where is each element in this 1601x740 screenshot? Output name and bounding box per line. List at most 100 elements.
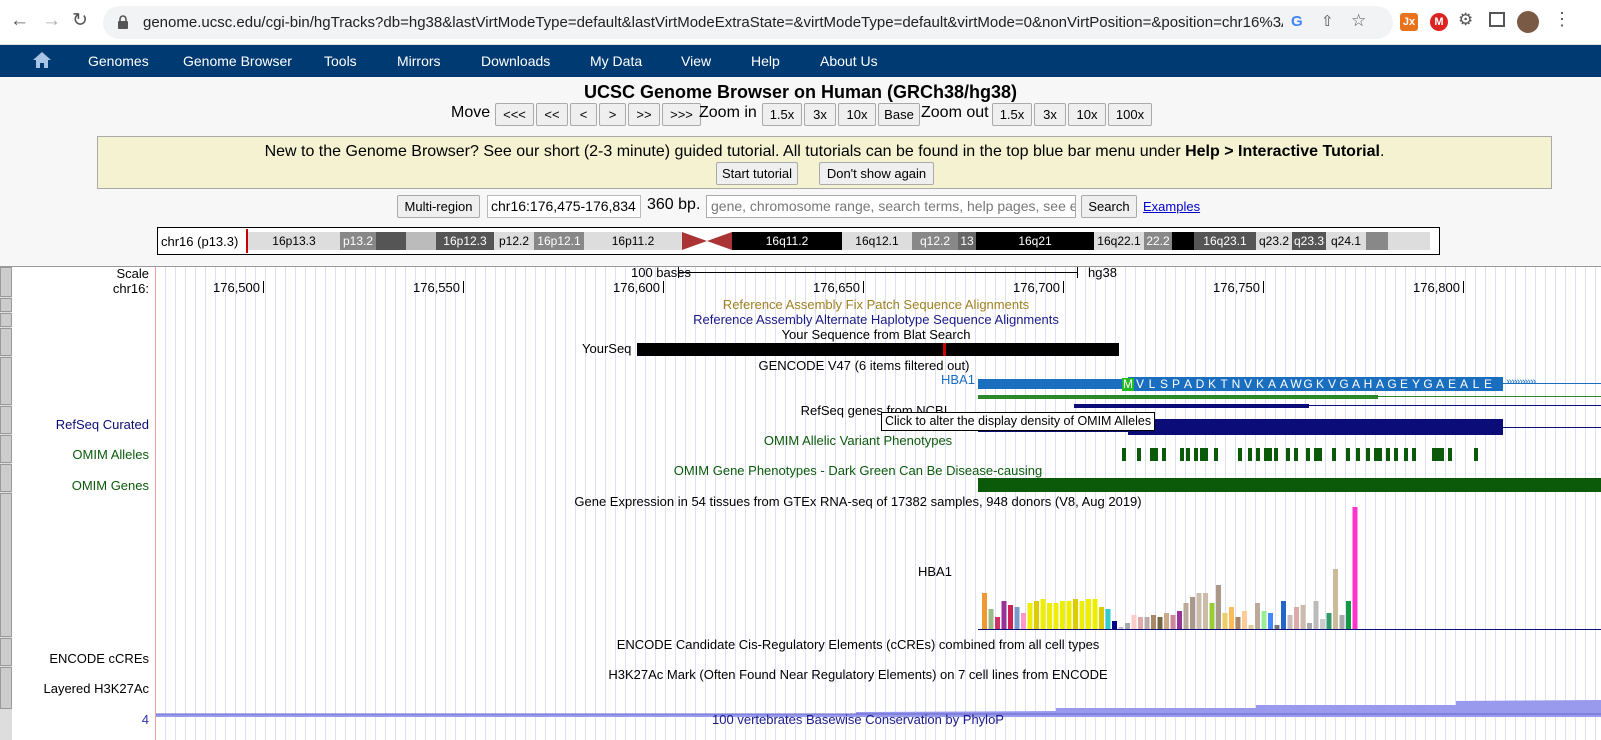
refseq-cds-block[interactable]	[1128, 419, 1503, 435]
omim-genes-label[interactable]: OMIM Genes	[72, 478, 149, 493]
gtex-tissue-bar[interactable]	[1092, 599, 1098, 629]
drag-handle[interactable]	[0, 328, 12, 356]
gtex-tissue-bar[interactable]	[1307, 623, 1312, 629]
omim-allele-mark[interactable]	[1412, 448, 1416, 461]
track-display[interactable]: Scale chr16: RefSeq Curated OMIM Alleles…	[0, 266, 1601, 740]
omim-allele-mark[interactable]	[1474, 448, 1478, 461]
extension-m-icon[interactable]: M	[1430, 13, 1448, 31]
track-data-area[interactable]: 100 bases hg38 176,500 176,550 176,600 1…	[156, 267, 1601, 740]
gtex-tissue-bar[interactable]	[1190, 597, 1195, 629]
profile-avatar-icon[interactable]	[1517, 11, 1539, 33]
gtex-tissue-bar[interactable]	[1027, 603, 1033, 629]
gtex-tissue-bar[interactable]	[1300, 605, 1306, 629]
drag-handle[interactable]	[0, 313, 12, 327]
gtex-gene-label[interactable]: HBA1	[918, 564, 952, 579]
share-icon[interactable]: ⇧	[1321, 12, 1334, 30]
gtex-tissue-bar[interactable]	[1079, 601, 1085, 629]
gtex-tissue-bar[interactable]	[1203, 593, 1208, 629]
gtex-tissue-bar[interactable]	[1326, 613, 1332, 629]
gencode-transcript-3[interactable]	[1074, 404, 1309, 408]
gtex-tissue-bar[interactable]	[1346, 601, 1351, 629]
omim-allele-mark[interactable]	[1314, 448, 1322, 461]
gtex-tissue-bar[interactable]	[1066, 601, 1072, 629]
omim-allele-mark[interactable]	[1214, 448, 1218, 461]
gtex-tissue-bar[interactable]	[1196, 593, 1202, 629]
nav-downloads[interactable]: Downloads	[481, 53, 550, 69]
zoom-in-3x-button[interactable]: 3x	[804, 103, 836, 126]
move-right-far-button[interactable]: >>	[628, 103, 660, 126]
omim-allele-mark[interactable]	[1162, 448, 1166, 461]
nav-genome-browser[interactable]: Genome Browser	[183, 53, 292, 69]
gencode-utr-block[interactable]	[978, 379, 1128, 389]
omim-allele-mark[interactable]	[1294, 448, 1298, 461]
examples-link[interactable]: Examples	[1143, 199, 1200, 214]
move-end-button[interactable]: >>>	[662, 103, 701, 126]
gtex-tissue-bar[interactable]	[982, 593, 987, 629]
omim-gene-block[interactable]	[978, 478, 1601, 492]
extension-jx-icon[interactable]: Jx	[1400, 13, 1418, 31]
omim-alleles-label[interactable]: OMIM Alleles	[72, 447, 149, 462]
reload-icon[interactable]: ↻	[72, 9, 88, 33]
encode-ccres-label[interactable]: ENCODE cCREs	[49, 651, 149, 666]
omim-allele-mark[interactable]	[1394, 448, 1398, 461]
gtex-tissue-bar[interactable]	[988, 609, 994, 629]
gtex-tissue-bar[interactable]	[1086, 599, 1091, 629]
refseq-curated-label[interactable]: RefSeq Curated	[56, 417, 149, 432]
zoom-out-1.5x-button[interactable]: 1.5x	[992, 103, 1032, 126]
drag-handle[interactable]	[0, 464, 12, 492]
gtex-tissue-bar[interactable]	[1112, 621, 1117, 629]
omim-allele-mark[interactable]	[1432, 448, 1440, 461]
omim-allele-mark[interactable]	[1274, 448, 1278, 461]
zoom-out-10x-button[interactable]: 10x	[1068, 103, 1106, 126]
omim-allele-mark[interactable]	[1194, 448, 1198, 461]
sidebar-icon[interactable]	[1489, 12, 1505, 27]
omim-allele-mark[interactable]	[1286, 448, 1290, 461]
omim-allele-mark[interactable]	[1404, 448, 1408, 461]
omim-allele-mark[interactable]	[1256, 448, 1260, 461]
nav-my-data[interactable]: My Data	[590, 53, 642, 69]
omim-allele-mark[interactable]	[1332, 448, 1336, 461]
gtex-tissue-bar[interactable]	[1060, 601, 1065, 629]
dont-show-again-button[interactable]: Don't show again	[819, 162, 934, 185]
blat-alignment-block[interactable]	[637, 343, 1119, 356]
gtex-tissue-bar[interactable]	[1164, 613, 1169, 629]
nav-genomes[interactable]: Genomes	[88, 53, 149, 69]
zoom-base-button[interactable]: Base	[878, 103, 920, 126]
gtex-tissue-bar[interactable]	[1333, 569, 1338, 629]
gtex-tissue-bar[interactable]	[1255, 603, 1260, 629]
address-bar[interactable]: genome.ucsc.edu/cgi-bin/hgTracks?db=hg38…	[103, 6, 1393, 39]
gtex-tissue-bar[interactable]	[1222, 613, 1228, 629]
bookmark-star-icon[interactable]: ☆	[1351, 11, 1366, 31]
omim-allele-mark[interactable]	[1440, 448, 1444, 461]
zoom-out-3x-button[interactable]: 3x	[1034, 103, 1066, 126]
gtex-tissue-bar[interactable]	[1144, 617, 1150, 629]
drag-handle[interactable]	[0, 493, 12, 637]
zoom-out-100x-button[interactable]: 100x	[1108, 103, 1152, 126]
nav-mirrors[interactable]: Mirrors	[397, 53, 441, 69]
gtex-tissue-bar[interactable]	[1151, 615, 1156, 629]
start-tutorial-button[interactable]: Start tutorial	[716, 162, 798, 185]
drag-handle[interactable]	[0, 667, 12, 709]
drag-handle[interactable]	[0, 406, 12, 434]
gtex-tissue-bar[interactable]	[1125, 623, 1130, 629]
omim-allele-mark[interactable]	[1306, 448, 1310, 461]
gtex-tissue-bar[interactable]	[1294, 607, 1299, 629]
home-icon[interactable]	[32, 51, 52, 69]
gtex-tissue-bar[interactable]	[1242, 611, 1247, 629]
h3k27ac-label[interactable]: Layered H3K27Ac	[43, 681, 149, 696]
extensions-puzzle-icon[interactable]: ⚙	[1458, 10, 1473, 30]
gtex-tissue-bar[interactable]	[1053, 603, 1059, 629]
gencode-transcript-2[interactable]	[978, 395, 1378, 399]
zoom-in-1.5x-button[interactable]: 1.5x	[762, 103, 802, 126]
gtex-tissue-bar[interactable]	[1170, 615, 1176, 629]
omim-allele-mark[interactable]	[1264, 448, 1272, 461]
omim-allele-mark[interactable]	[1186, 448, 1190, 461]
gtex-tissue-bar[interactable]	[1229, 607, 1234, 629]
drag-handle[interactable]	[0, 357, 12, 405]
forward-icon[interactable]: →	[42, 9, 61, 33]
nav-help[interactable]: Help	[751, 53, 780, 69]
gtex-tissue-bar[interactable]	[1138, 617, 1143, 629]
gtex-tissue-bar[interactable]	[1274, 625, 1280, 629]
back-icon[interactable]: ←	[10, 9, 29, 33]
move-left-button[interactable]: <	[570, 103, 597, 126]
